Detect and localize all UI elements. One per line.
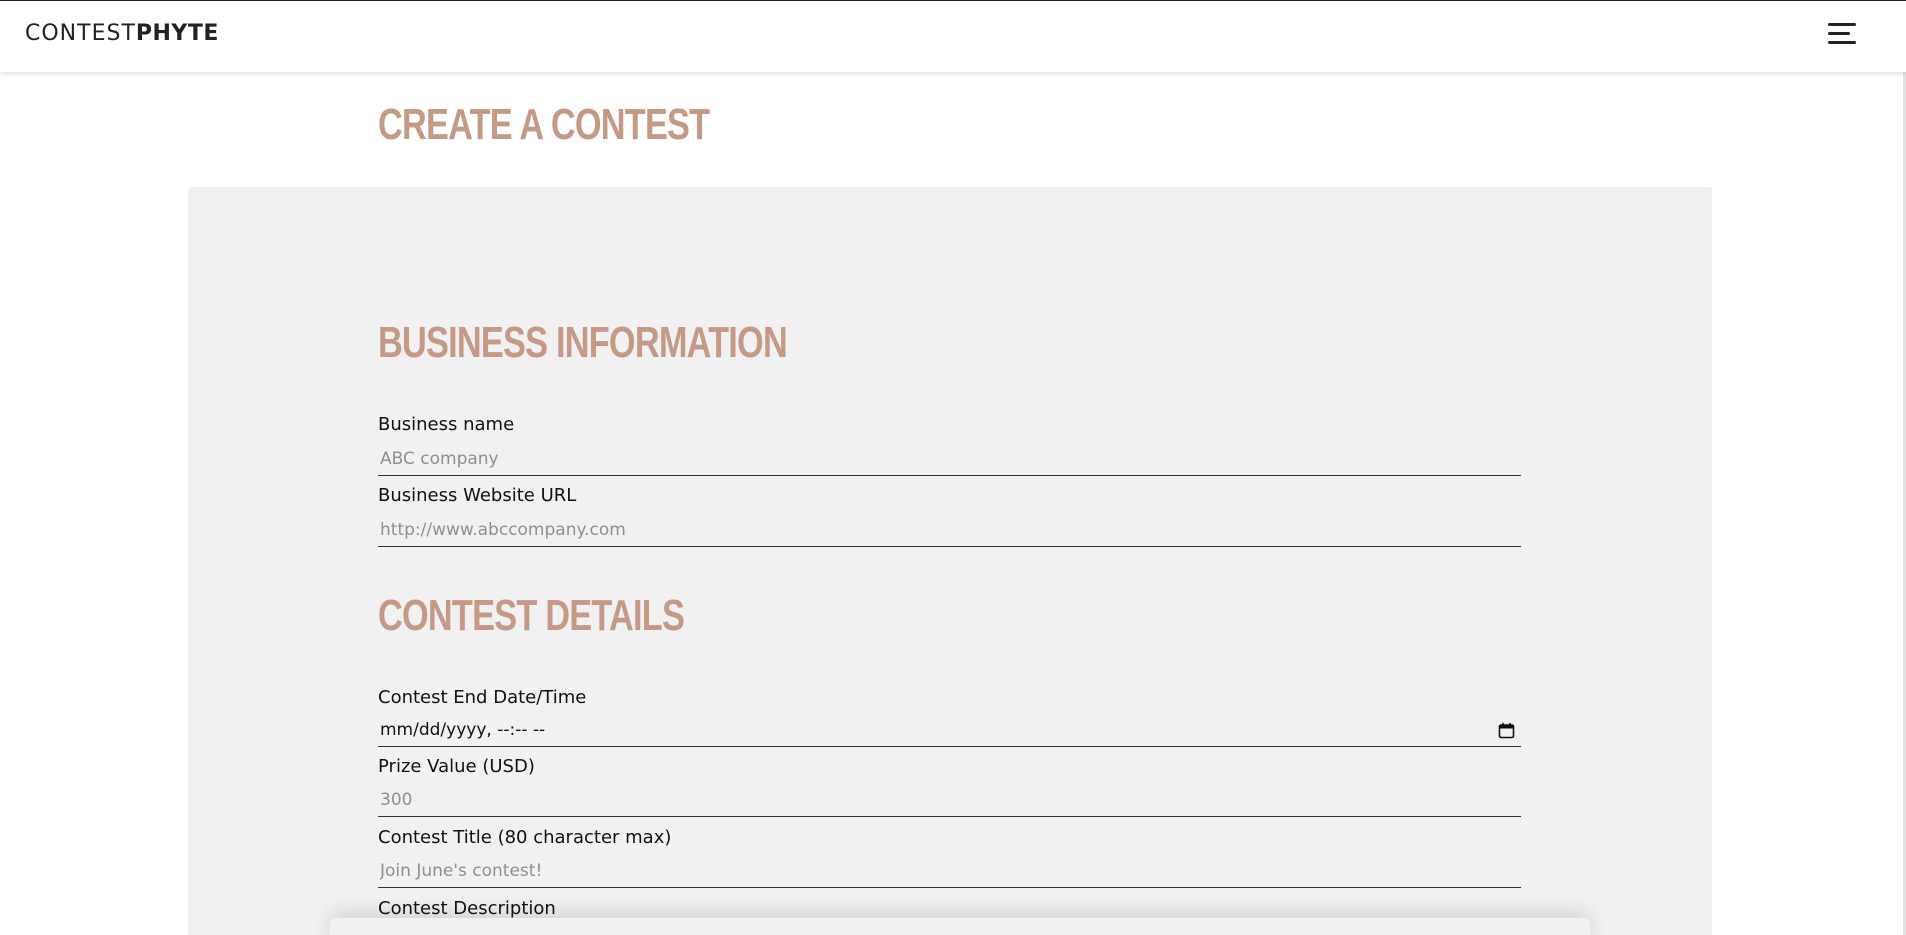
- site-logo[interactable]: CONTESTPHYTE: [25, 21, 219, 47]
- business-name-input[interactable]: [378, 442, 1521, 476]
- calendar-icon[interactable]: [1498, 722, 1515, 739]
- contest-description-label: Contest Description: [378, 898, 556, 919]
- contest-title-label: Contest Title (80 character max): [378, 827, 672, 848]
- hamburger-menu-icon[interactable]: [1828, 21, 1858, 47]
- contest-end-value: mm/dd/yyyy, --:-- --: [380, 720, 546, 740]
- contest-title-input[interactable]: [378, 854, 1521, 888]
- prize-value-input[interactable]: [378, 783, 1521, 817]
- business-name-label: Business name: [378, 414, 515, 435]
- contest-section-title: Contest Details: [378, 591, 685, 640]
- business-url-label: Business Website URL: [378, 485, 577, 506]
- prize-value-label: Prize Value (USD): [378, 756, 535, 777]
- contest-end-datetime-input[interactable]: mm/dd/yyyy, --:-- --: [378, 713, 1521, 747]
- top-navigation-bar: CONTESTPHYTE: [0, 0, 1906, 72]
- contest-form-panel: [188, 187, 1712, 935]
- page-title: Create a Contest: [378, 100, 710, 149]
- contest-end-label: Contest End Date/Time: [378, 687, 587, 708]
- business-url-input[interactable]: [378, 513, 1521, 547]
- floating-footer-edge: [330, 918, 1590, 935]
- logo-text-light: CONTEST: [25, 21, 136, 46]
- business-section-title: Business Information: [378, 318, 788, 367]
- logo-text-bold: PHYTE: [135, 21, 219, 46]
